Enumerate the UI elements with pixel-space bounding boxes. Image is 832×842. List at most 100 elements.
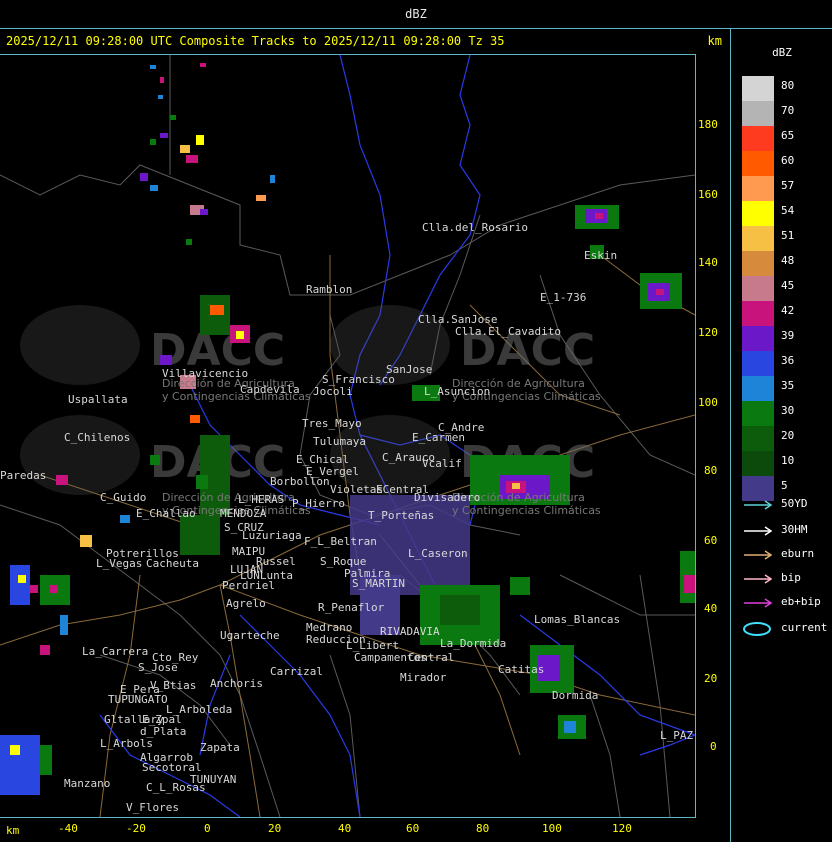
place-label: Paredas	[0, 469, 47, 482]
y-tick: 180	[698, 118, 718, 131]
x-axis: km -40 -20 0 20 40 60 80 100 120	[0, 816, 730, 842]
place-label: Jocoli	[313, 385, 353, 398]
km-unit-label: km	[707, 34, 722, 48]
y-tick: 160	[698, 188, 718, 201]
place-label: La_Dormida	[440, 637, 507, 650]
track-legend-label: eburn	[781, 547, 815, 560]
dbz-color-scale: 80 70 65 60 57 54 51 48 45 42 39 36 35 30 20 10 5	[742, 76, 794, 501]
legend-swatch: 35	[742, 376, 794, 401]
x-tick: 0	[204, 822, 211, 835]
place-label: Catitas	[498, 663, 545, 676]
y-axis: 180 160 140 120 100 80 60 40 20 0	[696, 54, 730, 816]
place-label: Manzano	[64, 777, 111, 790]
track-legend-item: bip	[743, 570, 832, 588]
legend-swatch-value: 20	[781, 429, 795, 442]
legend-swatch-value: 48	[781, 254, 795, 267]
track-arrow-icon	[744, 526, 773, 536]
place-label: Vcalif	[422, 457, 462, 470]
place-label: Agrelo	[226, 597, 266, 610]
place-label: E_Challao	[136, 507, 196, 520]
place-label: Divisadero	[414, 491, 481, 504]
legend-swatch: 30	[742, 401, 794, 426]
y-tick: 120	[698, 326, 718, 339]
place-label: RIVADAVIA	[380, 625, 440, 638]
place-label: F_L_Beltran	[304, 535, 377, 548]
y-tick: 140	[698, 256, 718, 269]
x-axis-unit: km	[6, 824, 20, 837]
track-legend-item: eb+bip	[743, 594, 832, 612]
legend-swatch-value: 54	[781, 204, 795, 217]
legend-swatch-value: 5	[781, 479, 788, 492]
x-tick: -20	[126, 822, 146, 835]
place-label: E_1-736	[540, 291, 587, 304]
echo-cluster-west	[0, 475, 92, 795]
legend-swatch-value: 80	[781, 79, 795, 92]
place-label: T_Porteñas	[368, 509, 435, 522]
place-label: La_Carrera	[82, 645, 149, 658]
legend-swatch-value: 65	[781, 129, 795, 142]
legend-swatch: 80	[742, 76, 794, 101]
track-legend-label: bip	[781, 571, 801, 584]
legend-swatch-value: 57	[781, 179, 795, 192]
track-arrow-icon	[744, 598, 773, 608]
x-tick: 100	[542, 822, 562, 835]
legend-swatch: 45	[742, 276, 794, 301]
place-label: Dormida	[552, 689, 599, 702]
track-legend-item: current	[743, 620, 832, 638]
place-label: Clla.del_Rosario	[422, 221, 528, 234]
place-label: L_PAZ	[660, 729, 694, 742]
place-label: Perdriel	[222, 579, 275, 592]
place-label: Eskin	[584, 249, 618, 262]
track-legend-label: eb+bip	[781, 595, 821, 608]
legend-swatch-value: 51	[781, 229, 795, 242]
place-label: C_L_Rosas	[146, 781, 206, 794]
legend-swatch-value: 36	[781, 354, 795, 367]
legend-swatch-value: 35	[781, 379, 795, 392]
legend-swatch-value: 60	[781, 154, 795, 167]
y-tick: 0	[710, 740, 717, 753]
place-label: S_Jose	[138, 661, 178, 674]
legend-swatch-value: 70	[781, 104, 795, 117]
place-label: C_Guido	[100, 491, 147, 504]
radar-map[interactable]: DACC DACC DACC DACC	[0, 54, 696, 818]
legend-swatch: 39	[742, 326, 794, 351]
place-label: Central	[408, 651, 455, 664]
header-bar: 2025/12/11 09:28:00 UTC Composite Tracks…	[0, 28, 730, 52]
place-label: E_Carmen	[412, 431, 465, 444]
track-legend-label: current	[781, 621, 828, 634]
x-tick: 60	[406, 822, 420, 835]
legend-swatch-value: 39	[781, 329, 795, 342]
legend-swatch-value: 45	[781, 279, 795, 292]
y-tick: 20	[704, 672, 718, 685]
place-label: Tulumaya	[313, 435, 366, 448]
place-label: Carrizal	[270, 665, 323, 678]
legend-swatch: 36	[742, 351, 794, 376]
track-legend-label: 50YD	[781, 497, 808, 510]
legend-swatch: 70	[742, 101, 794, 126]
place-label: P_Hierro	[292, 497, 345, 510]
watermark-line2: y Contingencias Climáticas	[452, 504, 601, 517]
place-label: R_Penaflor	[318, 601, 385, 614]
track-legend-item: 50YD	[743, 496, 832, 514]
track-arrow-icon	[744, 500, 773, 510]
y-tick: 100	[698, 396, 718, 409]
legend-swatch: 10	[742, 451, 794, 476]
place-label: L_Arbols	[100, 737, 153, 750]
watermark-line1: Dirección de Agricultura	[162, 491, 295, 504]
place-label: S_MARTIN	[352, 577, 405, 590]
x-tick: 20	[268, 822, 282, 835]
track-arrow-icon	[744, 550, 773, 560]
legend-swatch: 65	[742, 126, 794, 151]
place-label: SanJose	[386, 363, 433, 376]
place-label: Zapata	[200, 741, 240, 754]
legend-swatch-value: 30	[781, 404, 795, 417]
place-label: MENDOZA	[220, 507, 267, 520]
legend-swatch: 60	[742, 151, 794, 176]
place-label: Clla.El_Cavadito	[455, 325, 561, 338]
y-tick: 80	[704, 464, 718, 477]
legend-swatch-value: 10	[781, 454, 795, 467]
legend-swatch: 48	[742, 251, 794, 276]
place-label: TUPUNGATO	[108, 693, 168, 706]
x-tick: -40	[58, 822, 78, 835]
y-tick: 40	[704, 602, 718, 615]
